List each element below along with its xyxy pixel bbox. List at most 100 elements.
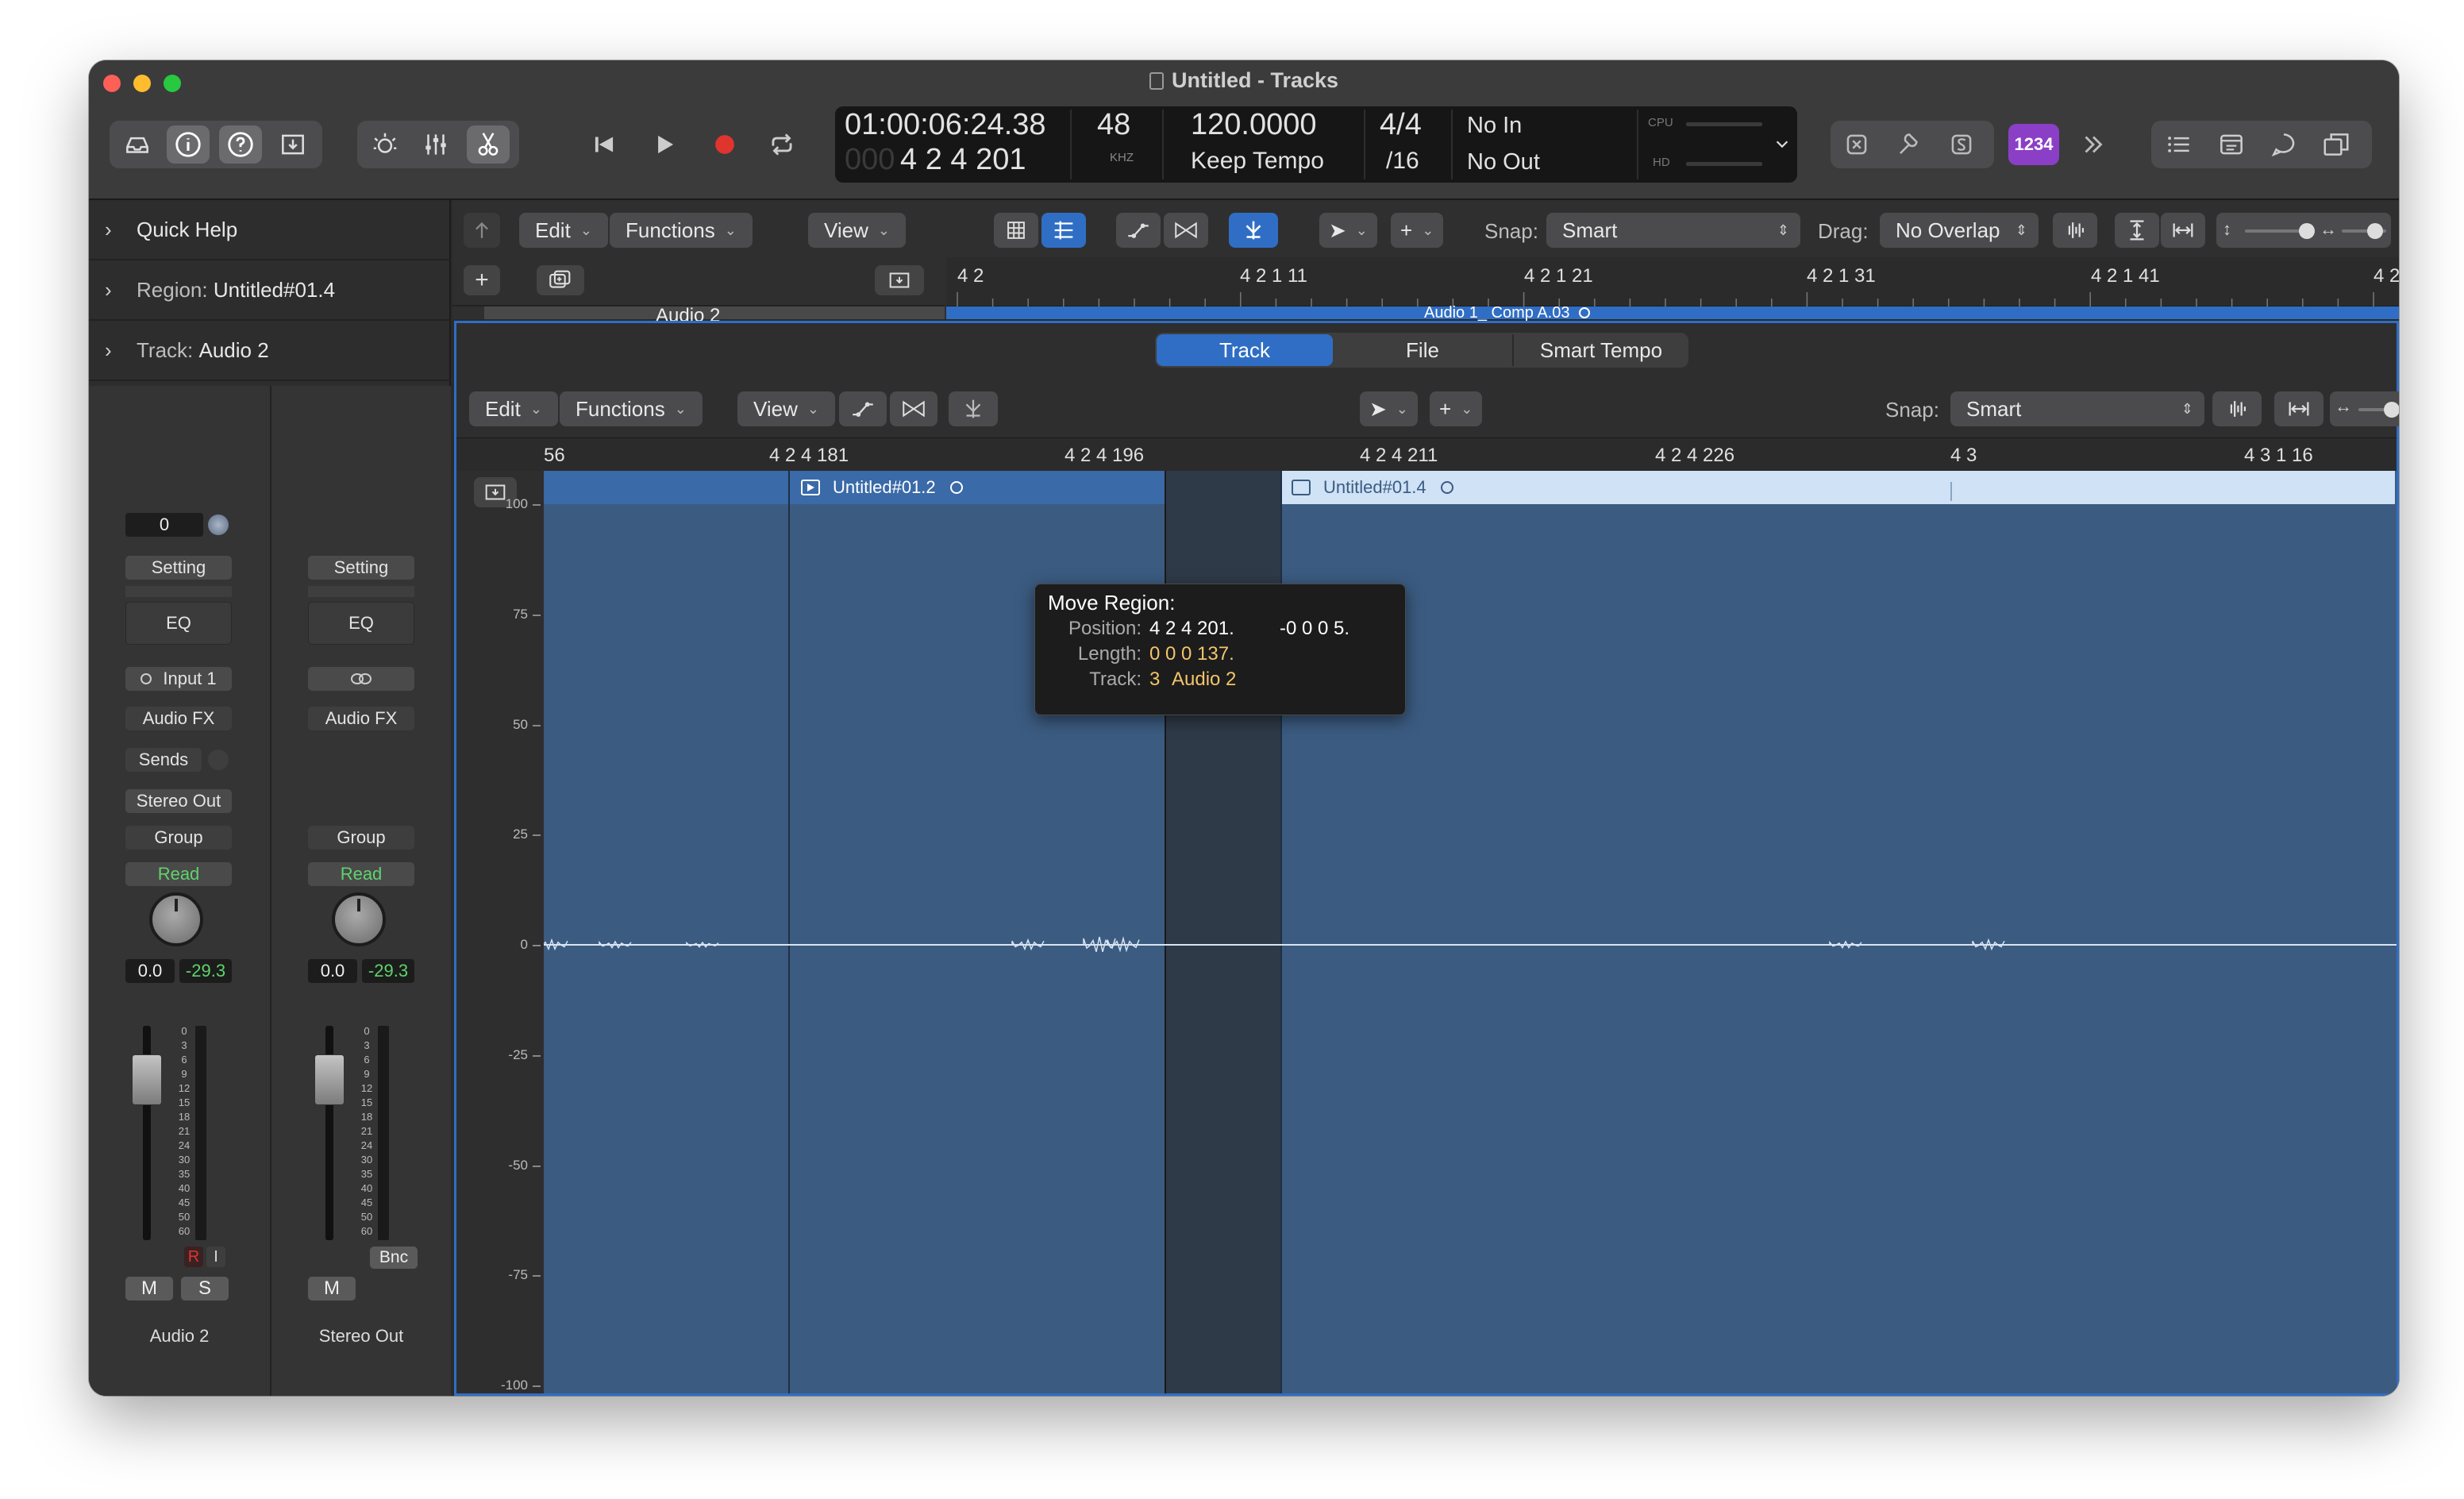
tracks-functions-menu[interactable]: Functions ⌄ bbox=[610, 213, 753, 248]
quick-help-section[interactable]: › Quick Help bbox=[89, 200, 451, 260]
more-controls-button[interactable] bbox=[2072, 125, 2115, 164]
track-inspector-section[interactable]: › Track: Audio 2 bbox=[89, 321, 451, 381]
volume-fader-cap[interactable] bbox=[314, 1054, 345, 1105]
rewind-button[interactable] bbox=[583, 125, 626, 164]
tracks-view-menu[interactable]: View ⌄ bbox=[808, 213, 906, 248]
smart-controls-button[interactable] bbox=[364, 125, 406, 164]
solo-mode-button[interactable] bbox=[1940, 125, 1983, 164]
cycle-button[interactable] bbox=[760, 125, 803, 164]
sends-slot[interactable]: Sends bbox=[125, 748, 202, 772]
right-click-tool-menu[interactable]: + ⌄ bbox=[1391, 213, 1444, 248]
region-inspector-section[interactable]: › Region: Untitled#01.4 bbox=[89, 260, 451, 321]
editor-functions-menu[interactable]: Functions ⌄ bbox=[560, 391, 703, 426]
automation-button[interactable] bbox=[1116, 213, 1161, 248]
input-slot[interactable]: Input 1 bbox=[125, 667, 232, 691]
fit-horizontal-button[interactable] bbox=[2161, 213, 2205, 248]
gain-knob-icon[interactable] bbox=[208, 514, 229, 535]
pan-knob[interactable] bbox=[332, 892, 386, 946]
editor-edit-menu[interactable]: Edit ⌄ bbox=[469, 391, 558, 426]
drag-mode-dropdown[interactable]: No Overlap ⇕ bbox=[1880, 213, 2039, 248]
chevron-down-icon: ⌄ bbox=[1355, 222, 1368, 238]
grid-view-button[interactable] bbox=[994, 213, 1038, 248]
left-click-tool-menu[interactable]: ➤ ⌄ bbox=[1319, 213, 1377, 248]
send-knob-icon[interactable] bbox=[208, 750, 229, 770]
quick-help-button[interactable] bbox=[219, 125, 262, 164]
volume-fader-cap[interactable] bbox=[132, 1054, 162, 1105]
automation-mode-button[interactable]: Read bbox=[308, 862, 414, 886]
editor-left-tool-menu[interactable]: ➤ ⌄ bbox=[1360, 391, 1418, 426]
eq-display[interactable]: EQ bbox=[125, 602, 232, 645]
tab-file[interactable]: File bbox=[1334, 334, 1511, 366]
pan-knob[interactable] bbox=[149, 892, 203, 946]
amplitude-label: -100 bbox=[500, 1378, 528, 1393]
audio-fx-slot[interactable]: Audio FX bbox=[308, 707, 414, 730]
input-monitoring-button[interactable]: I bbox=[206, 1247, 225, 1267]
tracks-view-button[interactable] bbox=[1041, 213, 1086, 248]
tab-smart-tempo[interactable]: Smart Tempo bbox=[1512, 334, 1688, 366]
group-slot[interactable]: Group bbox=[308, 826, 414, 850]
duplicate-track-button[interactable] bbox=[537, 265, 584, 295]
group-slot[interactable]: Group bbox=[125, 826, 232, 850]
bounce-button[interactable]: Bnc bbox=[370, 1247, 418, 1269]
fit-vertical-button[interactable] bbox=[2115, 213, 2159, 248]
mixer-button[interactable] bbox=[414, 125, 457, 164]
count-in-button[interactable]: 1234 bbox=[2008, 124, 2059, 165]
record-enable-button[interactable]: R bbox=[184, 1247, 203, 1267]
tab-track[interactable]: Track bbox=[1157, 334, 1333, 366]
input-gain-field[interactable]: 0 bbox=[125, 513, 203, 537]
browsers-button[interactable] bbox=[2315, 125, 2358, 164]
editor-waveform-zoom-button[interactable] bbox=[2212, 391, 2262, 426]
eq-display[interactable]: EQ bbox=[308, 602, 414, 645]
play-button[interactable] bbox=[643, 125, 686, 164]
volume-value: 0.0 bbox=[308, 959, 357, 983]
region-audio-1-comp[interactable] bbox=[946, 306, 2399, 319]
editor-zoom-thumb[interactable] bbox=[2384, 402, 2399, 418]
vertical-zoom-thumb[interactable] bbox=[2299, 223, 2315, 239]
tracks-ruler[interactable]: 4 2 4 2 1 11 4 2 1 21 4 2 1 31 4 2 1 41 … bbox=[946, 257, 2399, 306]
waveform-zoom-button[interactable] bbox=[2053, 213, 2097, 248]
setting-button[interactable]: Setting bbox=[125, 556, 232, 580]
tuner-button[interactable] bbox=[1888, 125, 1931, 164]
solo-button[interactable]: S bbox=[181, 1277, 229, 1301]
mute-button[interactable]: M bbox=[125, 1277, 173, 1301]
flex-button[interactable] bbox=[1164, 213, 1208, 248]
snap-dropdown[interactable]: Smart ⇕ bbox=[1546, 213, 1800, 248]
meter-scale-label: 40 bbox=[360, 1182, 373, 1194]
output-slot[interactable]: Stereo Out bbox=[125, 789, 232, 813]
catch-playhead-button[interactable] bbox=[1229, 213, 1278, 248]
drag-value: No Overlap bbox=[1896, 218, 2000, 242]
record-button[interactable] bbox=[703, 125, 746, 164]
editor-catch-button[interactable] bbox=[949, 391, 998, 426]
editor-flex-button[interactable] bbox=[890, 391, 937, 426]
editor-automation-button[interactable] bbox=[839, 391, 887, 426]
inspector-button[interactable] bbox=[167, 125, 210, 164]
editor-right-tool-menu[interactable]: + ⌄ bbox=[1430, 391, 1483, 426]
editor-snap-dropdown[interactable]: Smart ⇕ bbox=[1950, 391, 2204, 426]
vertical-zoom-slider[interactable] bbox=[2245, 229, 2305, 233]
lcd-chevron-icon[interactable] bbox=[1773, 133, 1791, 154]
editor-view-menu[interactable]: View ⌄ bbox=[737, 391, 835, 426]
horizontal-zoom-thumb[interactable] bbox=[2367, 223, 2383, 239]
channel-name: Stereo Out bbox=[318, 1326, 404, 1346]
updown-chevron-icon: ⇕ bbox=[2181, 400, 2193, 417]
setting-button[interactable]: Setting bbox=[308, 556, 414, 580]
lcd-display[interactable]: 01:00:06:24.38 000 4 2 4 201 48 KHZ 120.… bbox=[835, 106, 1797, 183]
library-button[interactable] bbox=[116, 125, 159, 164]
automation-mode-button[interactable]: Read bbox=[125, 862, 232, 886]
stereo-input-slot[interactable] bbox=[308, 667, 414, 691]
editor-fit-button[interactable] bbox=[2274, 391, 2323, 426]
toolbar-toggle-button[interactable] bbox=[271, 125, 314, 164]
audio-track-editor: Track File Smart Tempo Edit ⌄ Functions ⌄ … bbox=[454, 321, 2399, 1396]
mute-button[interactable]: M bbox=[308, 1277, 356, 1301]
tracks-edit-menu[interactable]: Edit ⌄ bbox=[519, 213, 608, 248]
back-button[interactable] bbox=[464, 213, 500, 248]
add-track-button[interactable]: + bbox=[464, 265, 500, 295]
list-editors-button[interactable] bbox=[2158, 125, 2200, 164]
audio-fx-slot[interactable]: Audio FX bbox=[125, 707, 232, 730]
low-latency-button[interactable] bbox=[1835, 125, 1878, 164]
editors-button[interactable] bbox=[467, 125, 510, 164]
loop-browser-button[interactable] bbox=[2262, 125, 2305, 164]
note-pads-button[interactable] bbox=[2210, 125, 2253, 164]
global-tracks-button[interactable] bbox=[875, 265, 924, 295]
editor-ruler[interactable]: 56 4 2 4 181 4 2 4 196 4 2 4 211 4 2 4 2… bbox=[456, 437, 2397, 471]
